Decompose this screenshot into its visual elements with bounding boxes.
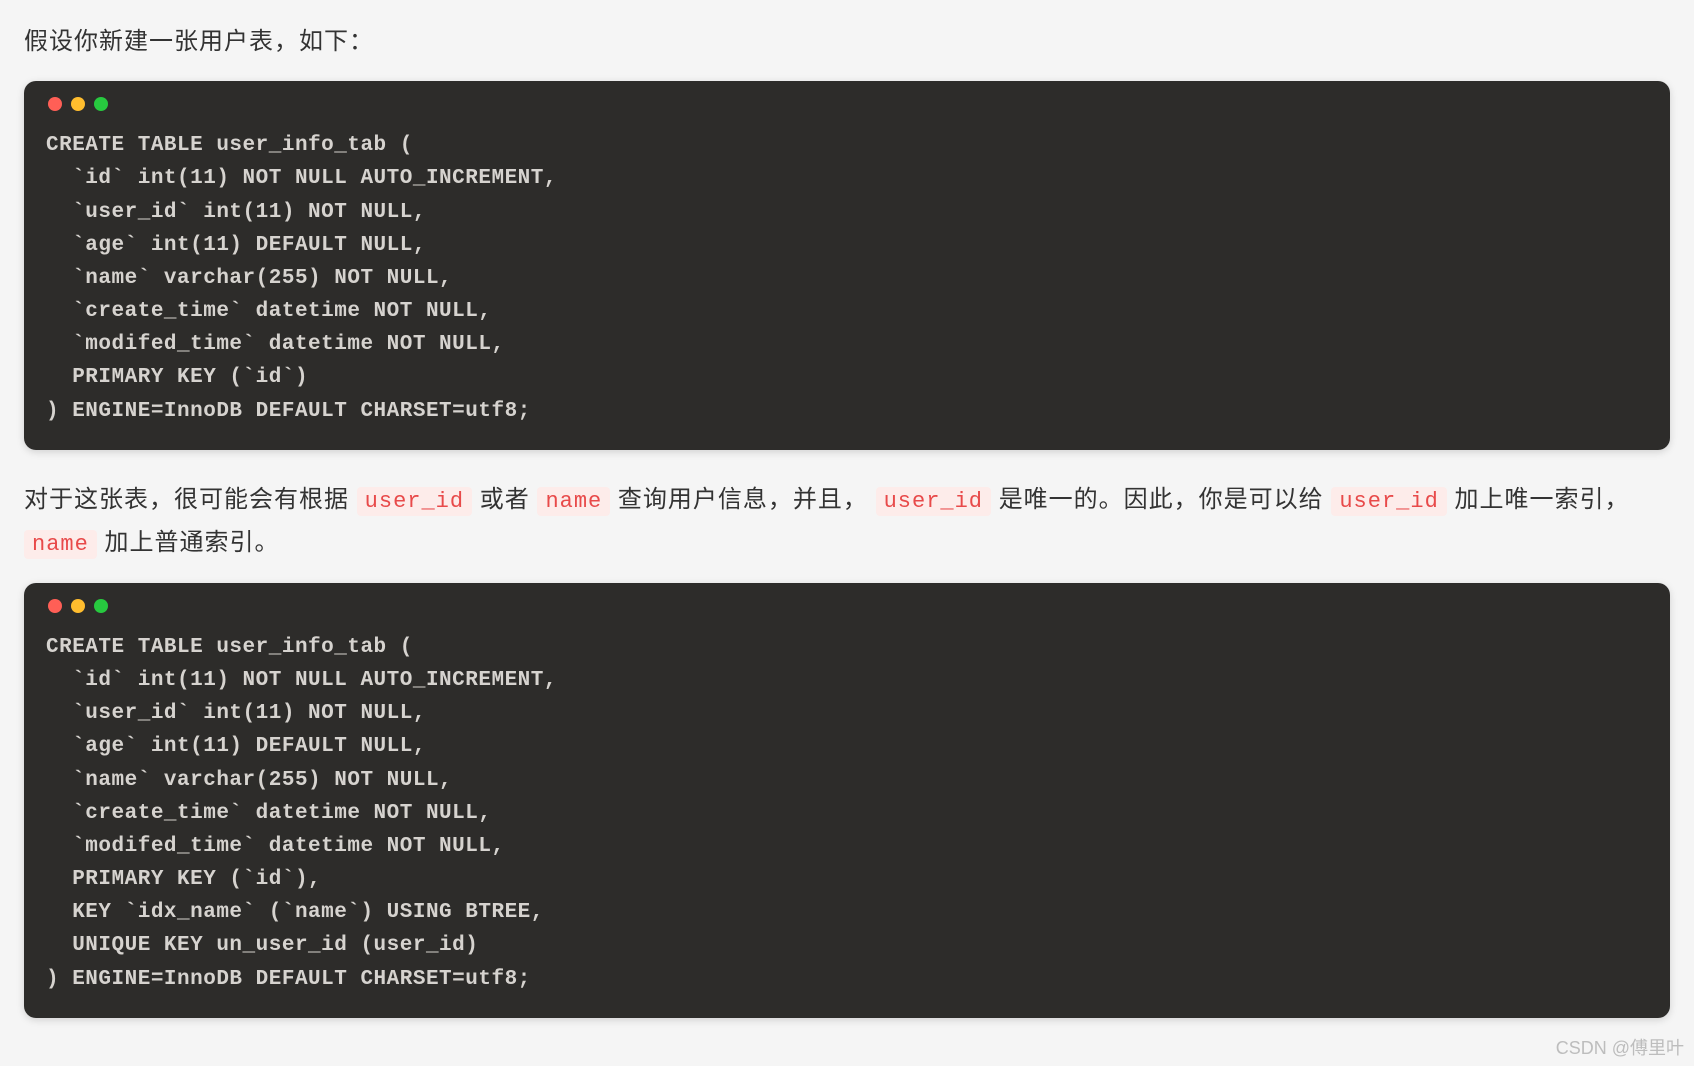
text-segment: 或者 [480,486,538,513]
intro-paragraph-2: 对于这张表，很可能会有根据 user_id 或者 name 查询用户信息，并且，… [24,478,1670,565]
text-segment: 加上唯一索引， [1454,486,1629,513]
maximize-icon [94,599,108,613]
code-window-2: CREATE TABLE user_info_tab ( `id` int(11… [24,583,1670,1018]
traffic-lights [48,599,1648,613]
inline-code-user-id: user_id [876,487,991,516]
inline-code-user-id: user_id [1331,487,1446,516]
code-content-1: CREATE TABLE user_info_tab ( `id` int(11… [46,129,1648,428]
traffic-lights [48,97,1648,111]
text-segment: 查询用户信息，并且， [618,486,876,513]
inline-code-name: name [24,530,97,559]
minimize-icon [71,599,85,613]
maximize-icon [94,97,108,111]
minimize-icon [71,97,85,111]
close-icon [48,97,62,111]
text-segment: 加上普通索引。 [104,529,279,556]
inline-code-user-id: user_id [357,487,472,516]
code-content-2: CREATE TABLE user_info_tab ( `id` int(11… [46,631,1648,996]
text-segment: 对于这张表，很可能会有根据 [24,486,357,513]
watermark: CSDN @傅里叶 [1556,1034,1684,1060]
inline-code-name: name [537,487,610,516]
close-icon [48,599,62,613]
code-window-1: CREATE TABLE user_info_tab ( `id` int(11… [24,81,1670,450]
intro-paragraph-1: 假设你新建一张用户表，如下： [24,20,1670,63]
text-segment: 是唯一的。因此，你是可以给 [999,486,1332,513]
